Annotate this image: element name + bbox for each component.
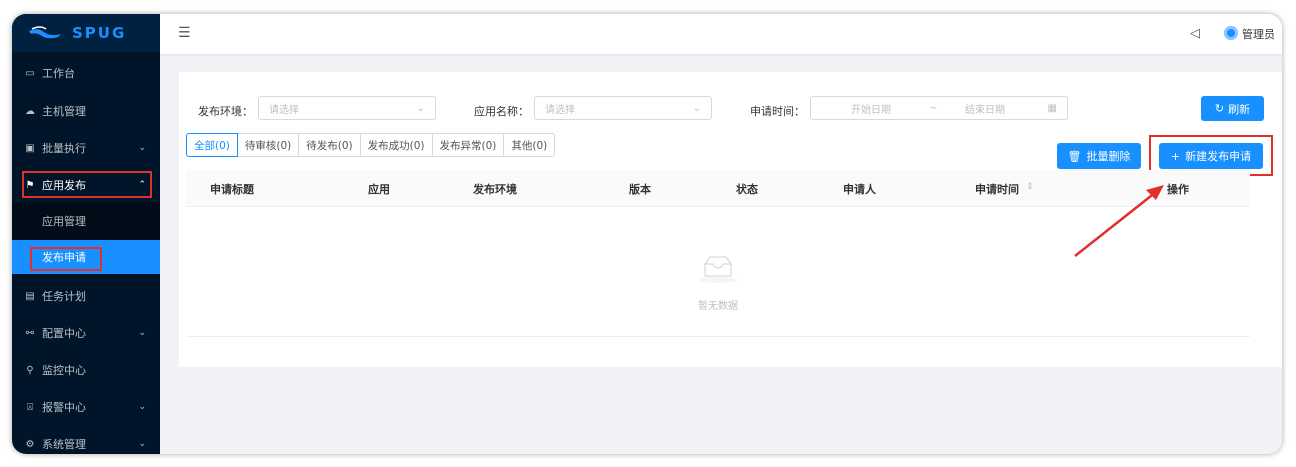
tab-label: 待发布(0) bbox=[306, 139, 353, 152]
end-date-input[interactable]: 结束日期 bbox=[965, 101, 1005, 116]
column-header-version: 版本 bbox=[629, 183, 651, 196]
tab-other[interactable]: 其他(0) bbox=[503, 133, 556, 157]
sidebar-item-app-manage[interactable]: 应用管理 bbox=[12, 204, 160, 238]
annotation-arrow-icon bbox=[1074, 185, 1164, 257]
refresh-button-label: 刷新 bbox=[1228, 102, 1251, 116]
cluster-icon: ⚯ bbox=[25, 327, 35, 339]
chevron-down-icon: ⌄ bbox=[692, 102, 701, 114]
logo[interactable]: SPUG bbox=[12, 14, 160, 52]
sidebar-item-hosts[interactable]: ☁ 主机管理 bbox=[12, 93, 160, 129]
sidebar-item-label: 应用管理 bbox=[42, 215, 86, 228]
column-header-app: 应用 bbox=[368, 183, 390, 196]
app-filter-label: 应用名称： bbox=[474, 105, 529, 118]
user-name[interactable]: 管理员 bbox=[1242, 26, 1282, 42]
sidebar-item-monitor[interactable]: ⚲ 监控中心 bbox=[12, 352, 160, 388]
notification-icon[interactable]: ◁ bbox=[1190, 26, 1200, 41]
tab-pending-review[interactable]: 待审核(0) bbox=[236, 133, 300, 157]
sidebar-item-batch-exec[interactable]: ▣ 批量执行 ⌄ bbox=[12, 130, 160, 166]
sidebar-item-label: 系统管理 bbox=[42, 438, 86, 451]
date-range-picker[interactable]: 开始日期 ~ 结束日期 ▦ bbox=[810, 96, 1068, 120]
column-header-status: 状态 bbox=[736, 183, 758, 196]
reload-icon: ↻ bbox=[1214, 102, 1225, 115]
batch-delete-button[interactable]: 🗑 批量删除 bbox=[1057, 143, 1141, 169]
tab-all[interactable]: 全部(0) bbox=[186, 133, 238, 157]
sort-icon[interactable]: ⇕ bbox=[1026, 182, 1034, 192]
delete-icon: 🗑 bbox=[1067, 149, 1082, 163]
time-filter-label: 申请时间： bbox=[750, 105, 805, 118]
tab-label: 待审核(0) bbox=[244, 139, 292, 152]
app-select[interactable]: 请选择 ⌄ bbox=[534, 96, 712, 120]
sidebar-item-label: 工作台 bbox=[42, 67, 75, 80]
monitor-icon: ⚲ bbox=[26, 364, 34, 376]
tab-deploy-error[interactable]: 发布异常(0) bbox=[431, 133, 505, 157]
column-header-title: 申请标题 bbox=[210, 183, 254, 196]
chevron-down-icon: ⌄ bbox=[416, 102, 425, 114]
schedule-icon: ▤ bbox=[25, 290, 35, 302]
alert-icon: ⍓ bbox=[27, 401, 33, 413]
empty-text: 暂无数据 bbox=[698, 301, 738, 312]
sidebar-item-label: 任务计划 bbox=[42, 290, 86, 303]
logo-text: SPUG bbox=[72, 24, 127, 42]
column-header-applicant: 申请人 bbox=[843, 183, 876, 196]
cloud-server-icon: ☁ bbox=[25, 105, 35, 117]
sidebar-item-schedule[interactable]: ▤ 任务计划 bbox=[12, 278, 160, 314]
sidebar-item-label: 配置中心 bbox=[42, 327, 86, 340]
tab-label: 全部(0) bbox=[194, 139, 230, 152]
code-icon: ▣ bbox=[25, 142, 35, 154]
env-select[interactable]: 请选择 ⌄ bbox=[258, 96, 436, 120]
chevron-down-icon: ⌄ bbox=[138, 402, 146, 412]
annotation-box-deploy-request bbox=[30, 247, 102, 271]
empty-inbox-icon bbox=[699, 256, 737, 283]
menu-fold-icon[interactable]: ☰ bbox=[178, 25, 191, 41]
batch-delete-label: 批量删除 bbox=[1086, 150, 1131, 163]
calendar-icon: ▦ bbox=[1047, 102, 1057, 114]
sidebar-item-alarm[interactable]: ⍓ 报警中心 ⌄ bbox=[12, 389, 160, 425]
app-select-placeholder: 请选择 bbox=[545, 104, 575, 116]
status-tabs: 全部(0) 待审核(0) 待发布(0) 发布成功(0) 发布异常(0) 其他(0… bbox=[186, 133, 556, 157]
range-separator: ~ bbox=[929, 102, 938, 114]
annotation-box-deploy-menu bbox=[22, 171, 152, 198]
sidebar-item-config[interactable]: ⚯ 配置中心 ⌄ bbox=[12, 315, 160, 351]
avatar[interactable] bbox=[1224, 26, 1238, 40]
chevron-down-icon: ⌄ bbox=[138, 439, 146, 449]
env-select-placeholder: 请选择 bbox=[269, 104, 299, 116]
sidebar-item-label: 监控中心 bbox=[42, 364, 86, 377]
tab-pending-deploy[interactable]: 待发布(0) bbox=[298, 133, 361, 157]
column-header-env: 发布环境 bbox=[473, 183, 517, 196]
chevron-down-icon: ⌄ bbox=[138, 328, 146, 338]
env-filter-label: 发布环境： bbox=[198, 105, 253, 118]
tab-label: 发布成功(0) bbox=[367, 139, 425, 152]
sidebar: SPUG ▭ 工作台 ☁ 主机管理 ▣ 批量执行 ⌄ ⚑ 应用发布 ⌃ 应用管理… bbox=[12, 14, 160, 454]
column-header-apply-time[interactable]: 申请时间 bbox=[975, 181, 1019, 197]
logo-icon bbox=[29, 26, 61, 39]
sidebar-item-label: 报警中心 bbox=[42, 401, 86, 414]
start-date-input[interactable]: 开始日期 bbox=[851, 101, 891, 116]
sidebar-item-system[interactable]: ⚙ 系统管理 ⌄ bbox=[12, 426, 160, 454]
sidebar-item-label: 主机管理 bbox=[42, 105, 86, 118]
top-bar: ☰ ◁ 管理员 bbox=[160, 14, 1282, 54]
tab-label: 其他(0) bbox=[511, 139, 548, 152]
tab-deploy-success[interactable]: 发布成功(0) bbox=[359, 133, 433, 157]
desktop-icon: ▭ bbox=[25, 67, 35, 79]
sidebar-item-dashboard[interactable]: ▭ 工作台 bbox=[12, 55, 160, 91]
refresh-button[interactable]: ↻ 刷新 bbox=[1201, 96, 1264, 121]
column-header-actions: 操作 bbox=[1167, 183, 1189, 196]
sidebar-item-label: 批量执行 bbox=[42, 142, 86, 155]
tab-label: 发布异常(0) bbox=[439, 139, 497, 152]
chevron-down-icon: ⌄ bbox=[138, 143, 146, 153]
setting-icon: ⚙ bbox=[25, 438, 35, 450]
